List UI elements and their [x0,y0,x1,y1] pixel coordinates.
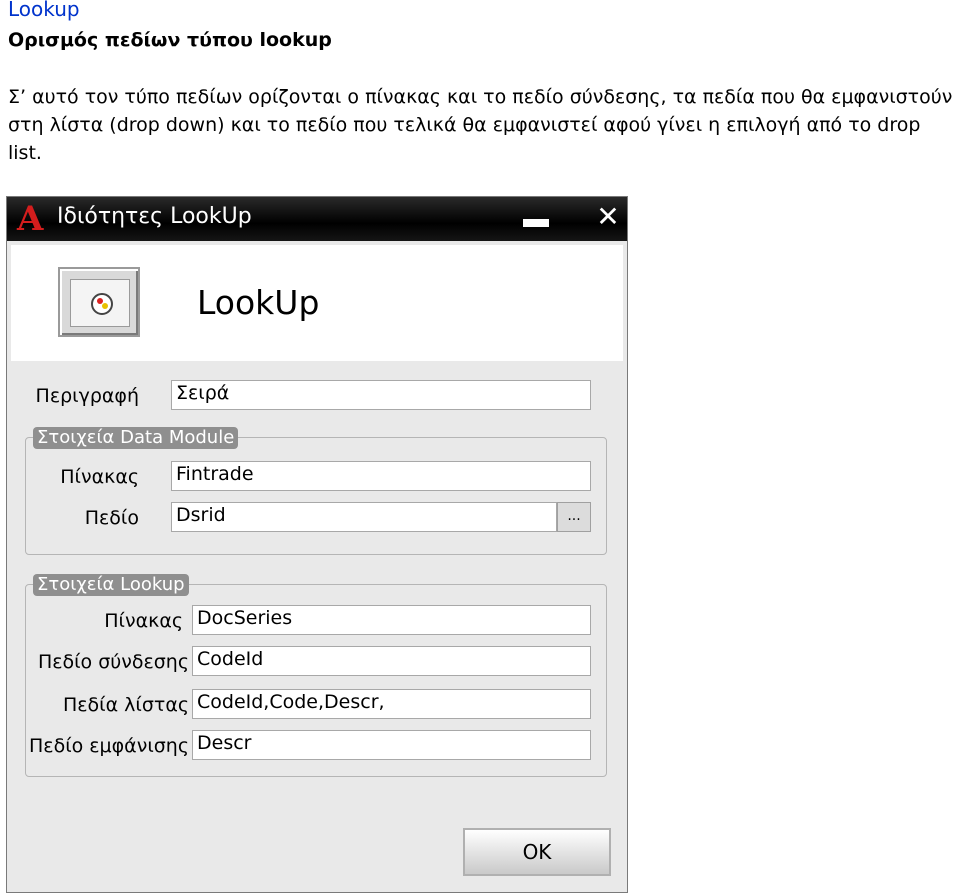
dialog-title: Ιδιότητες LookUp [57,204,252,229]
dm-table-label: Πίνακας [60,466,139,488]
display-field-label: Πεδίο εμφάνισης [29,735,189,757]
document-body-text: Σ’ αυτό τον τύπο πεδίων ορίζονται ο πίνα… [8,86,953,164]
lookup-table-field[interactable]: DocSeries [192,605,591,635]
dm-table-field[interactable]: Fintrade [171,461,591,491]
data-module-group [25,437,607,555]
dm-field-field[interactable]: Dsrid [171,502,557,532]
minimize-icon[interactable] [523,219,549,227]
lookup-icon [58,267,140,337]
dialog-header: LookUp [11,245,623,361]
list-fields-label: Πεδία λίστας [62,694,189,716]
lookup-legend: Στοιχεία Lookup [33,574,189,596]
app-logo-icon: A [17,199,44,239]
ok-button[interactable]: OK [463,828,611,876]
lookup-table-label: Πίνακας [104,610,183,632]
description-field[interactable]: Σειρά [171,380,591,410]
lookup-properties-dialog: A Ιδιότητες LookUp ✕ LookUp Περιγραφή Σε… [6,196,628,893]
browse-button[interactable]: ... [557,502,591,532]
link-field-field[interactable]: CodeId [192,646,591,676]
list-fields-field[interactable]: CodeId,Code,Descr, [192,689,591,719]
document-title: Lookup [8,0,80,21]
header-title: LookUp [197,283,320,322]
link-field-label: Πεδίο σύνδεσης [37,651,189,673]
dialog-titlebar[interactable]: A Ιδιότητες LookUp ✕ [7,197,627,241]
close-icon[interactable]: ✕ [593,200,623,234]
data-module-legend: Στοιχεία Data Module [33,427,239,449]
description-label: Περιγραφή [35,385,139,407]
display-field-field[interactable]: Descr [192,730,591,760]
document-subtitle: Ορισμός πεδίων τύπου lookup [8,29,332,51]
dm-field-label: Πεδίο [84,507,139,529]
